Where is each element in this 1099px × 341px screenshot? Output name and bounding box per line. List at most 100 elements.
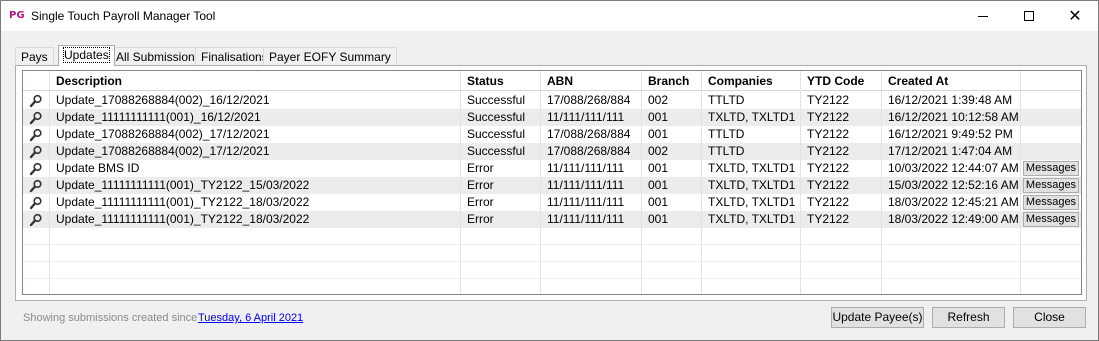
cell-companies: TTLTD bbox=[702, 143, 801, 160]
column-divider bbox=[641, 91, 642, 294]
cell-abn: 17/088/268/884 bbox=[541, 126, 642, 143]
cell-branch: 001 bbox=[642, 109, 702, 126]
view-details-button[interactable] bbox=[23, 177, 50, 194]
cell-ytd-code: TY2122 bbox=[801, 109, 882, 126]
table-row[interactable]: Update BMS ID Error 11/111/111/111 001 TXLTD… bbox=[23, 160, 1081, 177]
cell-description: Update_11111111111(001)_16/12/2021 bbox=[50, 109, 461, 126]
cell-ytd-code: TY2122 bbox=[801, 126, 882, 143]
table-row[interactable]: Update_17088268884(002)_17/12/2021 Succes… bbox=[23, 126, 1081, 143]
header-description[interactable]: Description bbox=[50, 71, 461, 91]
header-status[interactable]: Status bbox=[461, 71, 541, 91]
cell-description: Update_17088268884(002)_17/12/2021 bbox=[50, 143, 461, 160]
close-button[interactable]: Close bbox=[1013, 307, 1086, 328]
cell-abn: 11/111/111/111 bbox=[541, 160, 642, 177]
tab-payer-eofy-summary[interactable]: Payer EOFY Summary bbox=[263, 47, 397, 66]
minimize-icon bbox=[978, 15, 988, 17]
magnifier-icon bbox=[29, 128, 42, 141]
table-row[interactable]: Update_17088268884(002)_16/12/2021 Succes… bbox=[23, 92, 1081, 109]
cell-ytd-code: TY2122 bbox=[801, 211, 882, 228]
updates-panel: Description Status ABN Branch Companies … bbox=[15, 65, 1087, 301]
cell-status: Error bbox=[461, 211, 541, 228]
cell-status: Successful bbox=[461, 92, 541, 109]
cell-companies: TXLTD, TXLTD1 bbox=[702, 160, 801, 177]
cell-status: Error bbox=[461, 177, 541, 194]
view-details-button[interactable] bbox=[23, 143, 50, 160]
tab-pays[interactable]: Pays bbox=[15, 47, 54, 66]
cell-branch: 002 bbox=[642, 143, 702, 160]
view-details-button[interactable] bbox=[23, 160, 50, 177]
maximize-icon bbox=[1024, 11, 1034, 21]
cell-companies: TXLTD, TXLTD1 bbox=[702, 211, 801, 228]
tab-all-submissions[interactable]: All Submissions bbox=[110, 47, 207, 66]
cell-description: Update_17088268884(002)_17/12/2021 bbox=[50, 126, 461, 143]
cell-status: Error bbox=[461, 194, 541, 211]
maximize-button[interactable] bbox=[1006, 1, 1052, 31]
cell-ytd-code: TY2122 bbox=[801, 160, 882, 177]
cell-created-at: 18/03/2022 12:45:21 AM bbox=[882, 194, 1021, 211]
minimize-button[interactable] bbox=[960, 1, 1006, 31]
cell-abn: 11/111/111/111 bbox=[541, 109, 642, 126]
view-details-button[interactable] bbox=[23, 194, 50, 211]
messages-button[interactable]: Messages bbox=[1023, 212, 1079, 227]
table-row[interactable]: Update_11111111111(001)_TY2122_18/03/202… bbox=[23, 194, 1081, 211]
table-row[interactable]: Update_17088268884(002)_17/12/2021 Succes… bbox=[23, 143, 1081, 160]
cell-description: Update BMS ID bbox=[50, 160, 461, 177]
tab-all-submissions-label: All Submissions bbox=[116, 50, 201, 64]
messages-button[interactable]: Messages bbox=[1023, 178, 1079, 193]
cell-companies: TXLTD, TXLTD1 bbox=[702, 177, 801, 194]
cell-branch: 001 bbox=[642, 177, 702, 194]
cell-created-at: 16/12/2021 1:39:48 AM bbox=[882, 92, 1021, 109]
empty-row bbox=[23, 245, 1081, 262]
view-details-button[interactable] bbox=[23, 109, 50, 126]
cell-status: Successful bbox=[461, 109, 541, 126]
update-payees-button[interactable]: Update Payee(s) bbox=[831, 307, 924, 328]
tab-pays-label: Pays bbox=[21, 50, 48, 64]
table-row[interactable]: Update_11111111111(001)_TY2122_15/03/202… bbox=[23, 177, 1081, 194]
tab-finalisations[interactable]: Finalisations bbox=[195, 47, 274, 66]
column-divider bbox=[881, 91, 882, 294]
cell-description: Update_11111111111(001)_TY2122_18/03/202… bbox=[50, 211, 461, 228]
close-icon: ✕ bbox=[1068, 6, 1082, 25]
column-divider bbox=[460, 91, 461, 294]
header-companies[interactable]: Companies bbox=[702, 71, 801, 91]
magnifier-icon bbox=[29, 145, 42, 158]
cell-abn: 11/111/111/111 bbox=[541, 177, 642, 194]
cell-companies: TTLTD bbox=[702, 92, 801, 109]
refresh-button[interactable]: Refresh bbox=[932, 307, 1005, 328]
column-divider bbox=[1020, 91, 1021, 294]
column-divider bbox=[540, 91, 541, 294]
cell-branch: 001 bbox=[642, 126, 702, 143]
tab-updates[interactable]: Updates bbox=[58, 45, 115, 66]
cell-created-at: 17/12/2021 1:47:04 AM bbox=[882, 143, 1021, 160]
grid-header: Description Status ABN Branch Companies … bbox=[23, 71, 1081, 91]
header-created-at[interactable]: Created At bbox=[882, 71, 1021, 91]
window-title: Single Touch Payroll Manager Tool bbox=[31, 9, 216, 23]
view-details-button[interactable] bbox=[23, 211, 50, 228]
cell-ytd-code: TY2122 bbox=[801, 143, 882, 160]
cell-branch: 001 bbox=[642, 160, 702, 177]
view-details-button[interactable] bbox=[23, 126, 50, 143]
cell-ytd-code: TY2122 bbox=[801, 194, 882, 211]
app-logo-icon: PG bbox=[9, 10, 25, 21]
cell-status: Successful bbox=[461, 143, 541, 160]
tab-finalisations-label: Finalisations bbox=[201, 50, 268, 64]
table-row[interactable]: Update_11111111111(001)_16/12/2021 Succes… bbox=[23, 109, 1081, 126]
submissions-grid[interactable]: Description Status ABN Branch Companies … bbox=[22, 70, 1082, 295]
header-abn[interactable]: ABN bbox=[541, 71, 642, 91]
column-divider bbox=[49, 91, 50, 294]
app-window: PG Single Touch Payroll Manager Tool ✕ P… bbox=[0, 0, 1099, 341]
header-ytd-code[interactable]: YTD Code bbox=[801, 71, 882, 91]
column-divider bbox=[800, 91, 801, 294]
messages-button[interactable]: Messages bbox=[1023, 195, 1079, 210]
since-date-link[interactable]: Tuesday, 6 April 2021 bbox=[198, 312, 303, 324]
title-bar[interactable]: PG Single Touch Payroll Manager Tool ✕ bbox=[1, 1, 1098, 31]
messages-button[interactable]: Messages bbox=[1023, 161, 1079, 176]
cell-companies: TXLTD, TXLTD1 bbox=[702, 194, 801, 211]
view-details-button[interactable] bbox=[23, 92, 50, 109]
header-icon-column bbox=[23, 71, 50, 91]
table-row[interactable]: Update_11111111111(001)_TY2122_18/03/202… bbox=[23, 211, 1081, 228]
header-branch[interactable]: Branch bbox=[642, 71, 702, 91]
empty-row bbox=[23, 262, 1081, 279]
close-window-button[interactable]: ✕ bbox=[1052, 1, 1098, 31]
cell-created-at: 16/12/2021 9:49:52 PM bbox=[882, 126, 1021, 143]
